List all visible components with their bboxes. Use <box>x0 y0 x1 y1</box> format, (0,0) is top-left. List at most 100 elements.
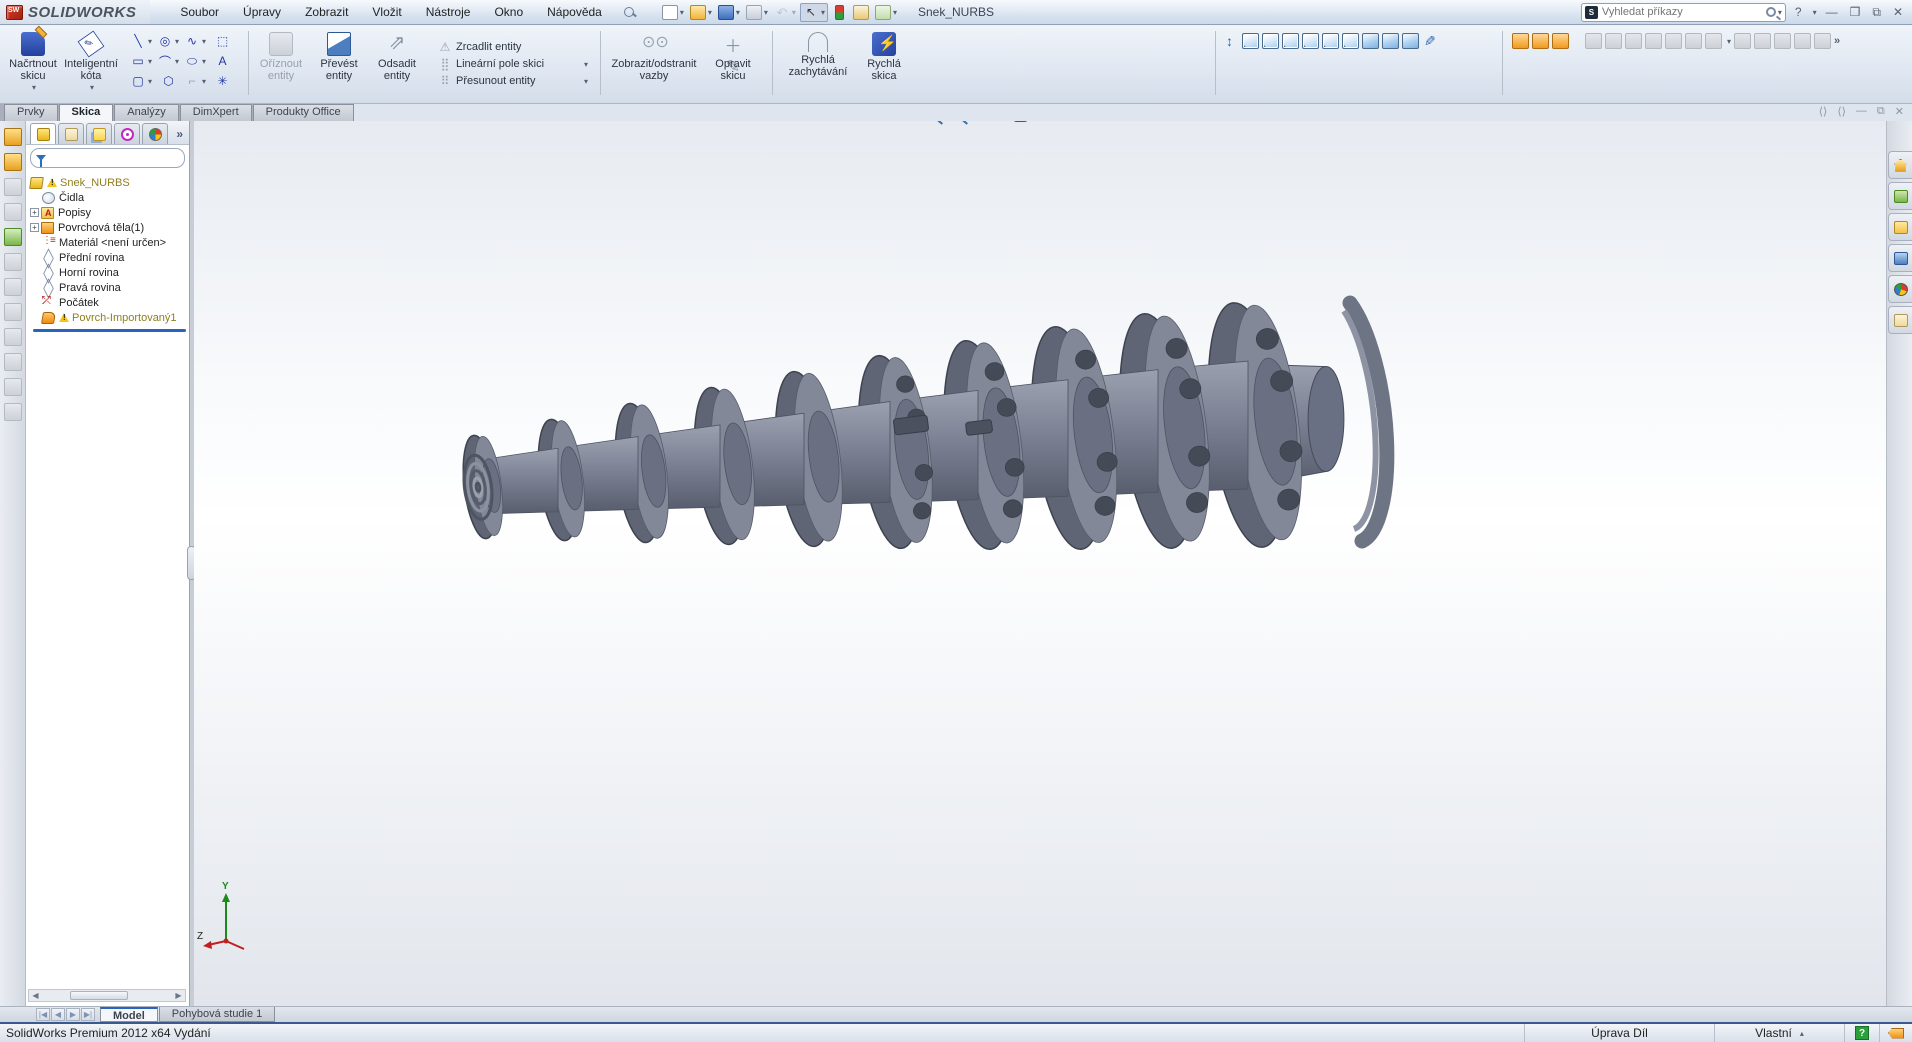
spline-caret-icon[interactable]: ▾ <box>202 37 206 46</box>
restore-button[interactable]: ❒ <box>1847 5 1864 19</box>
slot-icon[interactable]: ▢ <box>131 74 145 88</box>
expand-icon[interactable]: + <box>30 208 39 217</box>
arc-caret-icon[interactable]: ▾ <box>175 57 179 66</box>
scroll-right-icon[interactable]: ▶ <box>172 991 185 1000</box>
draft-analysis-icon[interactable] <box>1512 33 1529 49</box>
view-cube-right-icon[interactable] <box>1302 33 1319 49</box>
model-3d-screw[interactable] <box>194 121 1886 1006</box>
runner-icon[interactable] <box>1774 33 1791 49</box>
display-relations-button[interactable]: ⊙⊙ Zobrazit/odstranit vazby <box>606 28 702 100</box>
view-cube-back-icon[interactable] <box>1262 33 1279 49</box>
task-pane-view-palette[interactable] <box>1888 244 1912 272</box>
view-iso-icon[interactable] <box>1362 33 1379 49</box>
ruled-surface-icon[interactable] <box>1605 33 1622 49</box>
print-button[interactable]: ▾ <box>744 4 770 21</box>
cooling-icon[interactable] <box>1814 33 1831 49</box>
featuremanager-tab[interactable] <box>30 123 56 144</box>
options-button[interactable]: ▾ <box>873 4 899 21</box>
next-tab-icon[interactable]: ▶ <box>66 1008 80 1021</box>
linear-pattern-button[interactable]: ⣿ Lineární pole skici ▾ <box>438 57 588 71</box>
model-tab-pohybová-studie-1[interactable]: Pohybová studie 1 <box>159 1007 276 1022</box>
doc-minimize-icon[interactable]: — <box>1856 105 1867 118</box>
view-trimetric-icon[interactable] <box>1402 33 1419 49</box>
view-cube-front-icon[interactable] <box>1242 33 1259 49</box>
smart-dimension-caret-icon[interactable]: ▾ <box>90 83 94 92</box>
view-dimetric-icon[interactable] <box>1382 33 1399 49</box>
scroll-thumb[interactable] <box>70 991 128 1000</box>
task-pane-custom-properties[interactable] <box>1888 306 1912 334</box>
graphics-viewport[interactable]: ▾▾○○▾▾▾ Y Z <box>194 121 1886 1006</box>
select-button[interactable]: ↖▾ <box>800 3 828 22</box>
tree-item-povrchov-t-la-1-[interactable]: +Povrchová těla(1) <box>30 220 189 235</box>
polygon-icon[interactable]: ⬡ <box>162 74 176 88</box>
displaymanager-tab[interactable] <box>142 123 168 144</box>
dimxpertmanager-tab[interactable] <box>114 123 140 144</box>
trim-entities-button[interactable]: Oříznout entity <box>252 28 310 100</box>
section-view-icon[interactable] <box>1011 121 1029 123</box>
menu-vložit[interactable]: Vložit <box>360 0 413 24</box>
extruded-surface-icon[interactable] <box>4 178 22 196</box>
text-icon[interactable]: A <box>216 54 230 68</box>
tab-skica[interactable]: Skica <box>59 104 114 121</box>
pan-icon[interactable] <box>986 121 1004 123</box>
search-caret-icon[interactable]: ▾ <box>1778 8 1782 17</box>
ruled-surface-icon[interactable] <box>4 353 22 371</box>
move-entities-button[interactable]: ⠿ Přesunout entity ▾ <box>438 74 588 88</box>
menu-zobrazit[interactable]: Zobrazit <box>293 0 360 24</box>
tree-horizontal-scrollbar[interactable]: ◀ ▶ <box>28 989 186 1002</box>
tab-produkty-office[interactable]: Produkty Office <box>253 104 354 121</box>
rebuild-button[interactable] <box>830 4 849 21</box>
undo-button[interactable]: ↶▾ <box>772 4 798 21</box>
tree-item-horn-rovina[interactable]: Horní rovina <box>30 265 189 280</box>
view-orientation-icon[interactable]: ▾ <box>1036 121 1054 123</box>
menu-soubor[interactable]: Soubor <box>168 0 231 24</box>
task-pane-design-library[interactable] <box>1888 182 1912 210</box>
core-icon[interactable] <box>1665 33 1682 49</box>
fillet-caret-icon[interactable]: ▾ <box>202 77 206 86</box>
view-settings-icon[interactable]: ▾ <box>1161 121 1179 123</box>
new-document-caret-icon[interactable]: ▾ <box>680 8 684 17</box>
ellipse-icon[interactable]: ⬭ <box>185 54 199 68</box>
last-tab-icon[interactable]: ▶| <box>81 1008 95 1021</box>
save-button[interactable]: ▾ <box>716 4 742 21</box>
search-pin-icon[interactable] <box>622 5 638 19</box>
rollback-bar[interactable] <box>33 329 186 332</box>
normal-to-icon[interactable] <box>1222 33 1239 49</box>
cavity-icon[interactable] <box>1685 33 1702 49</box>
rectangle-icon[interactable]: ▭ <box>131 54 145 68</box>
toolbar-overflow-icon[interactable]: » <box>1834 35 1840 47</box>
tree-filter-box[interactable] <box>30 148 185 168</box>
insert-folder-icon[interactable] <box>1585 33 1602 49</box>
search-icon[interactable] <box>1766 7 1776 17</box>
knit-surface-icon[interactable] <box>4 378 22 396</box>
view-cube-bottom-icon[interactable] <box>1342 33 1359 49</box>
circle-caret-icon[interactable]: ▾ <box>175 37 179 46</box>
select-region-icon[interactable]: ⬚ <box>216 34 230 48</box>
sketch-button[interactable]: Načrtnout skicu ▾ <box>4 28 62 100</box>
doc-restore-icon[interactable]: ⧉ <box>1877 105 1885 118</box>
line-caret-icon[interactable]: ▾ <box>148 37 152 46</box>
open-button[interactable]: ▾ <box>688 4 714 21</box>
gate-icon[interactable] <box>1794 33 1811 49</box>
planar-surface-icon[interactable] <box>4 303 22 321</box>
tooling-split-icon[interactable] <box>1645 33 1662 49</box>
zoom-fit-icon[interactable] <box>936 121 954 123</box>
pane-right-icon[interactable]: ⟨⟩ <box>1837 105 1846 118</box>
convert-entities-button[interactable]: Převést entity <box>310 28 368 100</box>
tab-analýzy[interactable]: Analýzy <box>114 104 179 121</box>
lofted-surface-icon[interactable] <box>4 228 22 246</box>
rapid-sketch-button[interactable]: ⚡ Rychlá skica <box>858 28 910 100</box>
model-tab-model[interactable]: Model <box>100 1007 158 1022</box>
undercut-analysis-icon[interactable] <box>1532 33 1549 49</box>
expand-icon[interactable]: + <box>30 223 39 232</box>
sketch-icon[interactable] <box>4 153 22 171</box>
prev-tab-icon[interactable]: ◀ <box>51 1008 65 1021</box>
propertymanager-tab[interactable] <box>58 123 84 144</box>
ejector-icon[interactable] <box>1754 33 1771 49</box>
search-input[interactable] <box>1598 6 1766 18</box>
menu-úpravy[interactable]: Úpravy <box>231 0 293 24</box>
swept-surface-icon[interactable] <box>4 203 22 221</box>
offset-surface-icon[interactable] <box>4 328 22 346</box>
edit-appearance-icon[interactable] <box>1111 121 1129 123</box>
shut-off-icon[interactable] <box>1705 33 1722 49</box>
